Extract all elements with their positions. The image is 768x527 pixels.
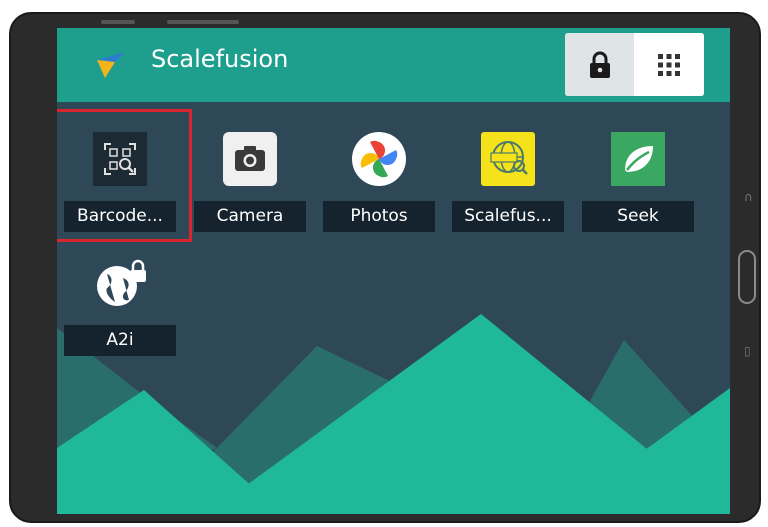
app-label: A2i <box>64 325 176 356</box>
mode-toggle <box>565 33 704 96</box>
scalefusion-browser-icon <box>481 132 535 186</box>
volume-button <box>101 20 135 24</box>
photos-pinwheel-icon <box>352 132 406 186</box>
selection-highlight <box>57 109 192 242</box>
app-tile-a2i[interactable]: A2i <box>64 256 176 368</box>
app-grid-icon <box>658 53 680 76</box>
app-title: Scalefusion <box>151 45 289 73</box>
camera-icon <box>223 132 277 186</box>
grid-mode-button[interactable] <box>634 33 704 96</box>
lock-mode-button[interactable] <box>565 33 634 96</box>
device-screen: Scalefusion Barcode... Camera Photos Sca… <box>57 28 730 514</box>
back-icon[interactable]: ▯ <box>744 344 751 358</box>
app-header: Scalefusion <box>57 28 730 102</box>
recent-apps-icon[interactable]: ∩ <box>744 190 753 204</box>
globe-lock-icon <box>97 259 146 306</box>
app-tile-camera[interactable]: Camera <box>194 132 306 244</box>
app-label: Photos <box>323 201 435 232</box>
app-label: Scalefus... <box>452 201 564 232</box>
lock-icon <box>589 51 610 78</box>
power-button <box>167 20 239 24</box>
app-label: Camera <box>194 201 306 232</box>
app-tile-scalefusion-browser[interactable]: Scalefus... <box>452 132 564 244</box>
seek-leaf-icon <box>611 132 665 186</box>
app-tile-seek[interactable]: Seek <box>582 132 694 244</box>
scalefusion-logo-icon <box>97 52 125 78</box>
home-button[interactable] <box>738 250 756 304</box>
app-tile-photos[interactable]: Photos <box>323 132 435 244</box>
app-label: Seek <box>582 201 694 232</box>
